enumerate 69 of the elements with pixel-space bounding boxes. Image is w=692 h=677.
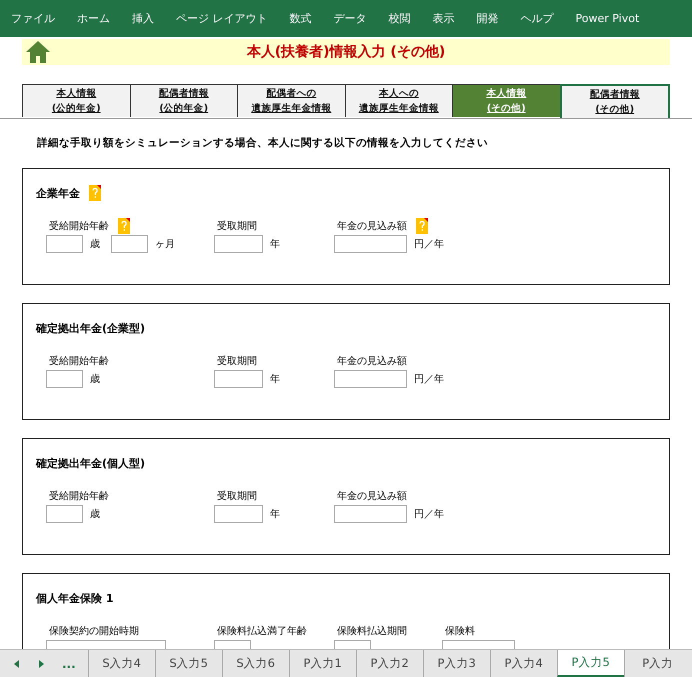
ribbon-tab[interactable]: ヘルプ [520, 11, 554, 26]
field-label: 保険契約の開始時期 [49, 624, 139, 638]
tab[interactable]: 配偶者への 遺族厚生年金情報 [237, 84, 344, 117]
ribbon-tab[interactable]: 開発 [476, 11, 498, 26]
field-label: 受取期間 [217, 490, 257, 503]
unit-label: 歳 [90, 238, 100, 251]
help-icon[interactable] [416, 218, 428, 234]
unit-label: 円／年 [414, 238, 444, 251]
input-field[interactable] [214, 505, 263, 523]
sheet-tab[interactable]: P入力1 [288, 650, 356, 677]
sheet-tab[interactable]: P入力3 [422, 650, 490, 677]
field-label: 年金の見込み額 [337, 220, 407, 233]
help-icon[interactable] [118, 218, 130, 234]
field-label: 年金の見込み額 [337, 354, 407, 368]
scroll-left-icon[interactable] [14, 660, 20, 668]
sheet-tab[interactable]: P入力5 [556, 650, 624, 677]
field-label: 受取期間 [217, 220, 257, 233]
tab[interactable]: 本人への 遺族厚生年金情報 [344, 84, 452, 117]
tab[interactable]: 配偶者情報 (公的年金) [130, 84, 237, 117]
help-icon[interactable] [89, 185, 101, 201]
field-label: 保険料払込満了年齢 [217, 624, 307, 638]
ribbon-tab[interactable]: Power Pivot [576, 12, 640, 25]
input-field[interactable] [111, 235, 148, 253]
ribbon-tab[interactable]: 挿入 [132, 11, 154, 26]
scroll-right-icon[interactable] [38, 660, 44, 668]
unit-label: 円／年 [414, 508, 444, 521]
input-field[interactable] [46, 235, 83, 253]
tab[interactable]: 本人情報 (公的年金) [22, 84, 130, 117]
sheet-tab[interactable]: P入力2 [356, 650, 423, 677]
ribbon-tab[interactable]: 校閲 [388, 11, 410, 26]
unit-label: 円／年 [414, 373, 444, 386]
ribbon-tab[interactable]: ファイル [11, 11, 55, 26]
ribbon-tab[interactable]: 数式 [290, 11, 312, 26]
more-sheets[interactable]: ... [62, 656, 76, 670]
section-title: 確定拠出年金(企業型) [36, 320, 146, 336]
sheet-tab[interactable]: S入力5 [154, 650, 222, 677]
input-field[interactable] [46, 505, 83, 523]
page-title: 本人(扶養者)情報入力 (その他) [246, 43, 446, 61]
field-label: 受給開始年齢 [49, 490, 109, 503]
ribbon-tab[interactable]: 表示 [432, 11, 454, 26]
input-field[interactable] [46, 370, 83, 388]
unit-label: 年 [270, 508, 280, 521]
sheet-tab[interactable]: P入力 [624, 650, 691, 677]
home-icon[interactable] [25, 40, 51, 64]
section-title: 確定拠出年金(個人型) [36, 456, 146, 470]
unit-label: 歳 [90, 508, 100, 521]
field-label: 年金の見込み額 [337, 490, 407, 503]
ribbon-tab[interactable]: ページ レイアウト [176, 11, 268, 26]
unit-label: 歳 [90, 372, 100, 386]
unit-label: 年 [270, 238, 280, 251]
input-field[interactable] [214, 235, 263, 253]
field-label: 保険料 [445, 624, 475, 638]
field-label: 受給開始年齢 [49, 220, 109, 233]
input-field[interactable] [334, 235, 407, 253]
section-title: 企業年金 [36, 186, 80, 200]
sheet-tab[interactable]: S入力4 [88, 650, 155, 677]
input-field[interactable] [334, 370, 407, 388]
unit-label: ヶ月 [155, 238, 175, 251]
field-label: 受給開始年齢 [49, 354, 109, 368]
unit-label: 年 [270, 373, 280, 386]
section-title: 個人年金保険 1 [36, 590, 114, 606]
ribbon-tab[interactable]: ホーム [77, 11, 110, 26]
sheet-tab[interactable]: S入力6 [222, 650, 289, 677]
field-label: 保険料払込期間 [337, 624, 407, 638]
instruction-text: 詳細な手取り額をシミュレーションする場合、本人に関する以下の情報を入力してください [37, 136, 489, 150]
ribbon-tab[interactable]: データ [334, 11, 366, 26]
field-label: 受取期間 [217, 354, 257, 368]
input-field[interactable] [334, 505, 407, 523]
input-field[interactable] [214, 370, 263, 388]
